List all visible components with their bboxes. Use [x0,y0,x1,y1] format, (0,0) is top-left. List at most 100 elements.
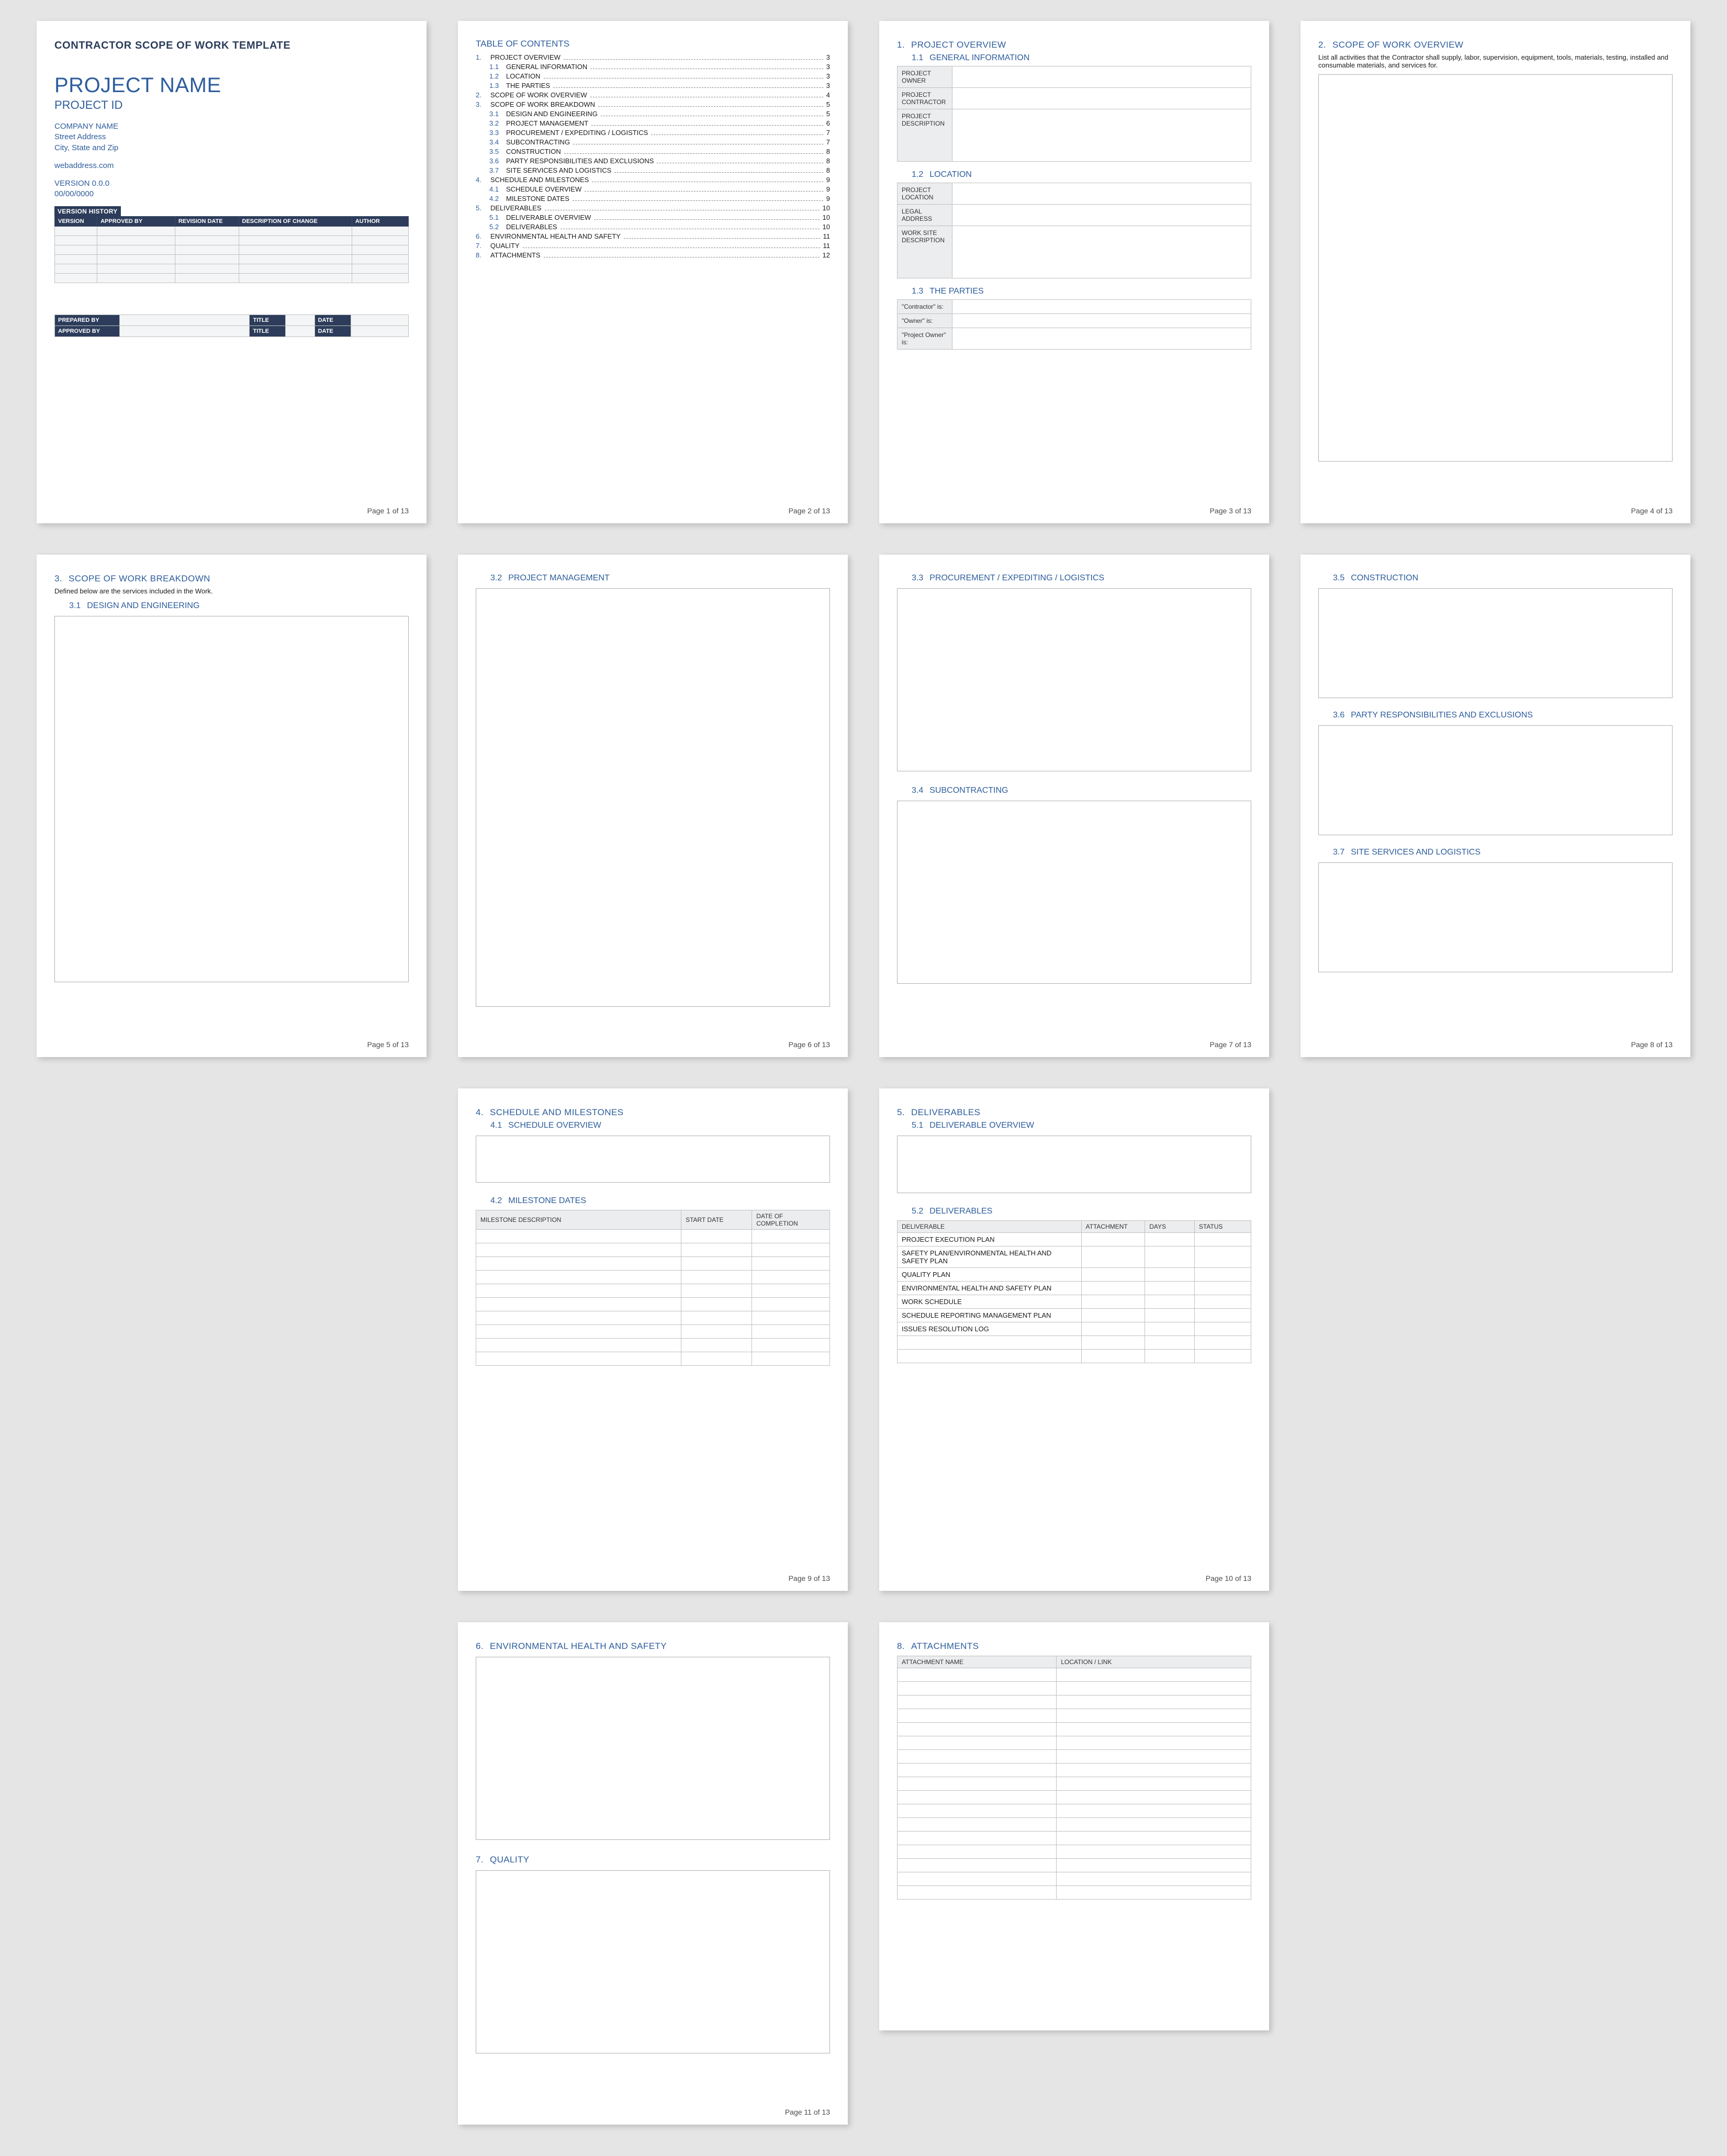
toc-page: 11 [823,232,831,240]
toc-dots [573,200,823,201]
toc-line: 3.4SUBCONTRACTING7 [476,138,830,146]
sec-1-2-title: LOCATION [929,170,972,179]
deliverable-name: ISSUES RESOLUTION LOG [898,1322,1082,1336]
toc-num: 5. [476,204,490,212]
value-project-contractor[interactable] [952,88,1251,109]
sig-date-label2: DATE [315,325,351,336]
table-row [898,1832,1251,1845]
page-footer: Page 10 of 13 [1206,1574,1251,1582]
sig-date-label: DATE [315,315,351,325]
table-row [898,1350,1251,1363]
toc-page: 11 [823,242,831,250]
page-footer: Page 9 of 13 [789,1574,830,1582]
toc-label: SITE SERVICES AND LOGISTICS [506,166,611,174]
table-row [898,1682,1251,1695]
toc-line: 1.PROJECT OVERVIEW3 [476,53,830,61]
sec-6-num: 6. [476,1641,484,1652]
toc-num: 3.1 [489,110,506,118]
value-contractor[interactable] [952,300,1251,314]
table-row [476,1325,830,1339]
toc-num: 3.3 [489,129,506,137]
sec-4-num: 4. [476,1107,484,1118]
toc-line: 1.3THE PARTIES3 [476,82,830,89]
toc-page: 3 [826,63,830,71]
scope-overview-box[interactable] [1318,74,1673,462]
ehs-box[interactable] [476,1657,830,1840]
subcontracting-box[interactable] [897,801,1251,984]
version-date: 00/00/0000 [54,189,409,199]
toc-num: 1.3 [489,82,506,89]
page-6: 3.2PROJECT MANAGEMENT Page 6 of 13 [458,555,848,1057]
toc-num: 1.2 [489,72,506,80]
toc-line: 3.1DESIGN AND ENGINEERING5 [476,110,830,118]
page-footer: Page 7 of 13 [1210,1040,1251,1049]
toc-line: 3.5CONSTRUCTION8 [476,148,830,155]
sig-title-value[interactable] [286,315,315,325]
table-row [898,1804,1251,1818]
value-project-owner[interactable] [952,66,1251,88]
table-row [55,226,409,235]
toc-dots [585,191,823,192]
toc-line: 1.2LOCATION3 [476,72,830,80]
deliverable-overview-box[interactable] [897,1136,1251,1193]
label-project-description: PROJECT DESCRIPTION [898,109,952,162]
row-3: 4.SCHEDULE AND MILESTONES 4.1SCHEDULE OV… [458,1088,1269,1591]
sec-7-title: QUALITY [490,1855,530,1865]
value-project-location[interactable] [952,183,1251,205]
row-1: CONTRACTOR SCOPE OF WORK TEMPLATE PROJEC… [37,21,1690,523]
table-row [898,1723,1251,1736]
project-name: PROJECT NAME [54,74,409,97]
value-project-owner-party[interactable] [952,328,1251,350]
sig-approved-value[interactable] [120,325,250,336]
sig-date-value[interactable] [351,315,408,325]
table-row [476,1339,830,1352]
table-row [55,264,409,273]
procurement-box[interactable] [897,588,1251,771]
sec-3-intro: Defined below are the services included … [54,587,409,595]
sec-2-title: SCOPE OF WORK OVERVIEW [1332,40,1463,50]
project-management-box[interactable] [476,588,830,1007]
design-engineering-box[interactable] [54,616,409,982]
site-services-box[interactable] [1318,862,1673,972]
location-table: PROJECT LOCATION LEGAL ADDRESS WORK SITE… [897,183,1251,278]
version-history-caption: VERSION HISTORY [54,206,121,217]
toc-num: 1. [476,53,490,61]
sig-title-value2[interactable] [286,325,315,336]
table-row [898,1695,1251,1709]
value-legal-address[interactable] [952,205,1251,226]
page-12: 8.ATTACHMENTS ATTACHMENT NAME LOCATION /… [879,1622,1269,2030]
company-block: COMPANY NAME Street Address City, State … [54,121,409,153]
table-row [476,1230,830,1243]
sig-prepared-value[interactable] [120,315,250,325]
quality-box[interactable] [476,1870,830,2053]
toc-page: 12 [823,251,830,259]
vh-col-desc: DESCRIPTION OF CHANGE [239,216,352,226]
row-2: 3.SCOPE OF WORK BREAKDOWN Defined below … [37,555,1690,1057]
schedule-overview-box[interactable] [476,1136,830,1183]
sec-3-num: 3. [54,574,62,584]
sec-2-intro: List all activities that the Contractor … [1318,53,1673,69]
toc-label: DESIGN AND ENGINEERING [506,110,598,118]
value-project-description[interactable] [952,109,1251,162]
value-worksite-desc[interactable] [952,226,1251,278]
sec-3-5-title: CONSTRUCTION [1351,574,1418,583]
construction-box[interactable] [1318,588,1673,698]
sec-3-2-title: PROJECT MANAGEMENT [508,574,610,583]
toc-page: 3 [826,82,830,89]
toc-num: 2. [476,91,490,99]
value-owner[interactable] [952,314,1251,328]
responsibilities-box[interactable] [1318,725,1673,835]
table-row [476,1311,830,1325]
toc-num: 3.2 [489,119,506,127]
table-row: WORK SCHEDULE [898,1295,1251,1309]
sec-5-num: 5. [897,1107,905,1118]
page-footer: Page 1 of 13 [367,507,409,515]
toc-line: 4.2MILESTONE DATES9 [476,195,830,203]
table-row [898,1872,1251,1886]
page-footer: Page 5 of 13 [367,1040,409,1049]
table-row [476,1271,830,1284]
attachments-table: ATTACHMENT NAME LOCATION / LINK [897,1656,1251,1900]
page-3: 1.PROJECT OVERVIEW 1.1GENERAL INFORMATIO… [879,21,1269,523]
toc-dots [614,172,823,173]
sig-date-value2[interactable] [351,325,408,336]
